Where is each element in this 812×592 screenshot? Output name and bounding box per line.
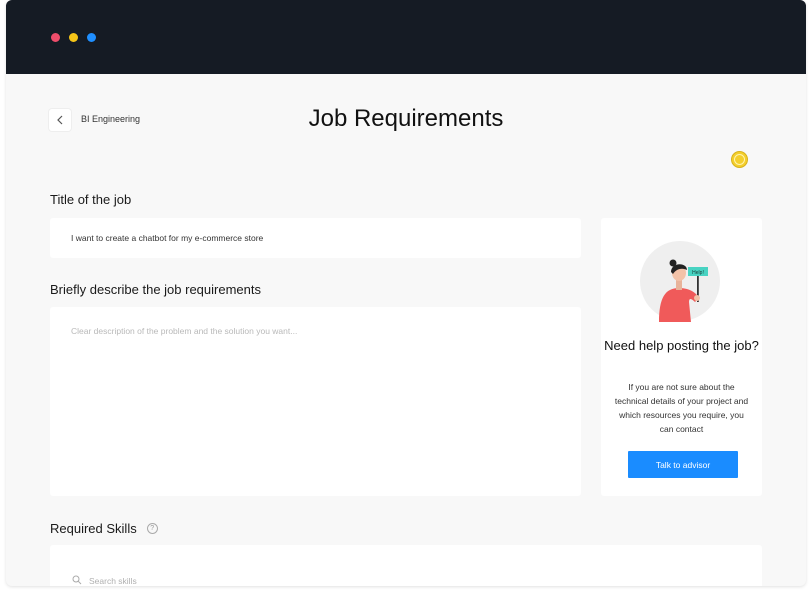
svg-text:Help!: Help!: [692, 270, 704, 276]
description-textarea[interactable]: Clear description of the problem and the…: [50, 307, 581, 496]
job-title-input[interactable]: I want to create a chatbot for my e-comm…: [50, 218, 581, 258]
skills-header: Required Skills ?: [50, 520, 158, 536]
skills-search-input[interactable]: Search skills: [50, 545, 762, 586]
title-bar: [6, 0, 806, 74]
description-placeholder: Clear description of the problem and the…: [71, 326, 298, 336]
minimize-window-button[interactable]: [69, 33, 78, 42]
question-circle-icon[interactable]: ?: [146, 522, 158, 534]
skills-search-placeholder: Search skills: [89, 576, 137, 586]
zoom-window-button[interactable]: [87, 33, 96, 42]
page-title: Job Requirements: [308, 105, 504, 132]
coin-icon: [731, 151, 748, 168]
help-card-title: Need help posting the job?: [604, 338, 759, 353]
job-title-label: Title of the job: [50, 192, 132, 207]
skills-label: Required Skills: [50, 520, 137, 536]
person-holding-sign-illustration: Help!: [640, 241, 720, 322]
close-window-button[interactable]: [51, 33, 60, 42]
help-card: Help! Need help posting the job? If you …: [601, 218, 762, 496]
help-card-text: If you are not sure about the technical …: [614, 382, 749, 434]
app-window: BI Engineering Job Requirements Title of…: [6, 0, 806, 586]
talk-to-advisor-button[interactable]: Talk to advisor: [628, 451, 738, 478]
job-title-value: I want to create a chatbot for my e-comm…: [71, 233, 264, 243]
description-label: Briefly describe the job requirements: [50, 282, 261, 297]
search-icon: [72, 575, 82, 585]
